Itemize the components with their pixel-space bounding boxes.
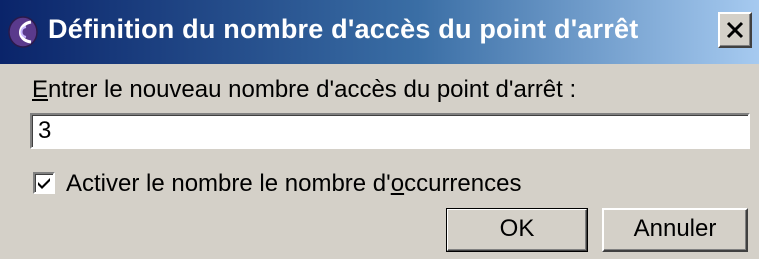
title-bar[interactable]: Définition du nombre d'accès du point d'… bbox=[0, 0, 759, 64]
enable-hitcount-checkbox[interactable] bbox=[33, 172, 55, 194]
checkbox-label-after: ccurrences bbox=[404, 170, 522, 197]
close-button[interactable] bbox=[718, 12, 752, 48]
checkbox-label-mnemonic: o bbox=[390, 170, 405, 197]
prompt-text: ntrer le nouveau nombre d'accès du point… bbox=[48, 76, 577, 103]
prompt-mnemonic: E bbox=[32, 76, 49, 103]
enable-hitcount-label[interactable]: Activer le nombre le nombre d'occurrence… bbox=[66, 170, 521, 198]
prompt-label: Entrer le nouveau nombre d'accès du poin… bbox=[32, 76, 576, 104]
ok-button[interactable]: OK bbox=[446, 208, 588, 252]
cancel-button[interactable]: Annuler bbox=[602, 208, 748, 252]
checkmark-icon bbox=[38, 178, 50, 189]
dialog-title: Définition du nombre d'accès du point d'… bbox=[48, 14, 639, 44]
close-icon bbox=[726, 21, 744, 39]
checkbox-label-before: Activer le nombre le nombre d' bbox=[66, 170, 391, 197]
hitcount-dialog: Définition du nombre d'accès du point d'… bbox=[0, 0, 759, 259]
breakpoint-hitcount-icon bbox=[6, 14, 40, 50]
hit-count-input[interactable] bbox=[30, 113, 750, 149]
